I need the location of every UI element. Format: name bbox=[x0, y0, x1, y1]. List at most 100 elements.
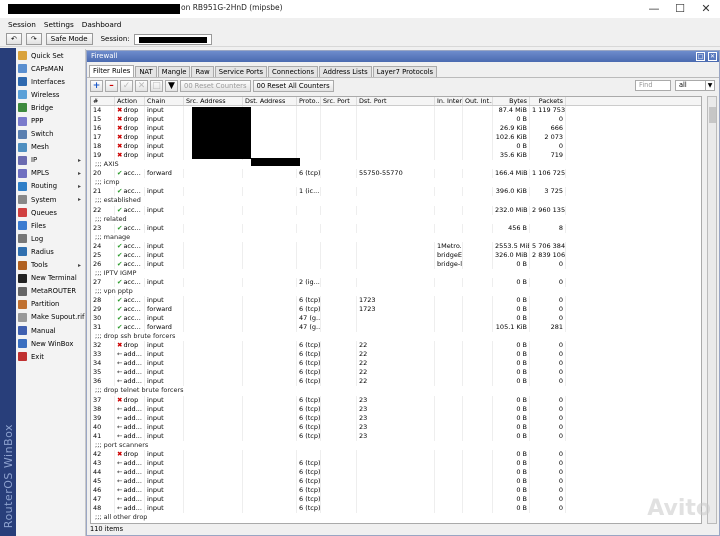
remove-icon[interactable]: – bbox=[105, 79, 118, 92]
rule-comment[interactable]: ;;; drop telnet brute forcers bbox=[91, 386, 701, 395]
table-row[interactable]: 17 ✖drop input 102.6 KiB 2 073 bbox=[91, 133, 701, 143]
table-row[interactable]: 32 ✖drop input 6 (tcp) 22 0 B0 bbox=[91, 341, 701, 351]
tab-layer7-protocols[interactable]: Layer7 Protocols bbox=[372, 66, 438, 77]
reset-all-counters-button[interactable]: 00 Reset All Counters bbox=[252, 79, 334, 92]
column-header[interactable]: Packets bbox=[530, 97, 566, 105]
table-row[interactable]: 38 ←add... input 6 (tcp) 23 0 B0 bbox=[91, 404, 701, 414]
table-row[interactable]: 30 ✔acc... input 47 (g... 0 B0 bbox=[91, 314, 701, 324]
sidebar-item-ip[interactable]: IP ▸ bbox=[16, 154, 85, 167]
tab-mangle[interactable]: Mangle bbox=[157, 66, 191, 77]
menu-settings[interactable]: Settings bbox=[44, 20, 74, 29]
table-row[interactable]: 18 ✖drop input 0 B0 bbox=[91, 142, 701, 152]
undo-icon[interactable]: ↶ bbox=[6, 33, 22, 45]
rule-comment[interactable]: ;;; IPTV IGMP bbox=[91, 269, 701, 278]
rule-comment[interactable]: ;;; all other drop bbox=[91, 513, 701, 522]
table-row[interactable]: 26✔acc...inputbridge-l...0 B0 bbox=[91, 259, 701, 269]
scroll-thumb[interactable] bbox=[709, 107, 716, 123]
comment-icon[interactable]: □ bbox=[150, 79, 163, 92]
rule-comment[interactable]: ;;; icmp bbox=[91, 178, 701, 187]
session-field[interactable] bbox=[133, 33, 212, 45]
column-header[interactable]: Chain bbox=[145, 97, 184, 105]
table-row[interactable]: 25✔acc...inputbridgeE...326.0 MiB2 839 1… bbox=[91, 250, 701, 260]
minimize-icon[interactable]: — bbox=[642, 0, 666, 18]
table-row[interactable]: 27 ✔acc... input 2 (ig... 0 B0 bbox=[91, 277, 701, 287]
sidebar-item-capsman[interactable]: CAPsMAN bbox=[16, 62, 85, 75]
table-row[interactable]: 41 ←add... input 6 (tcp) 23 0 B0 bbox=[91, 431, 701, 441]
table-row[interactable]: 43 ←add... input 6 (tcp) 0 B0 bbox=[91, 458, 701, 468]
rule-comment[interactable]: ;;; AXIS bbox=[91, 160, 701, 169]
sidebar-item-bridge[interactable]: Bridge bbox=[16, 101, 85, 114]
column-header[interactable]: Src. Address bbox=[184, 97, 243, 105]
sidebar-item-log[interactable]: Log bbox=[16, 232, 85, 245]
close-icon[interactable]: ✕ bbox=[694, 0, 718, 18]
filter-select[interactable]: all ▼ bbox=[675, 80, 715, 91]
column-header[interactable]: Dst. Port bbox=[357, 97, 435, 105]
filter-icon[interactable]: ▼ bbox=[165, 79, 178, 92]
table-row[interactable]: 39 ←add... input 6 (tcp) 23 0 B0 bbox=[91, 413, 701, 423]
vertical-scrollbar[interactable] bbox=[707, 96, 717, 524]
sidebar-item-make-supout-rif[interactable]: Make Supout.rif bbox=[16, 311, 85, 324]
table-row[interactable]: 31 ✔acc... forward 47 (g... 105.1 KiB 281 bbox=[91, 323, 701, 333]
table-row[interactable]: 22 ✔acc... input 232.0 MiB 2 960 135 bbox=[91, 205, 701, 215]
table-row[interactable]: 46 ←add... input 6 (tcp) 0 B0 bbox=[91, 485, 701, 496]
rule-comment[interactable]: ;;; manage bbox=[91, 233, 701, 242]
column-header[interactable]: Dst. Address bbox=[243, 97, 297, 105]
tab-address-lists[interactable]: Address Lists bbox=[319, 66, 372, 77]
sidebar-item-wireless[interactable]: Wireless bbox=[16, 88, 85, 101]
table-row[interactable]: 37 ✖drop input 6 (tcp) 23 0 B0 bbox=[91, 395, 701, 405]
column-header[interactable]: Action bbox=[115, 97, 145, 105]
table-row[interactable]: 23 ✔acc... input 456 B8 bbox=[91, 223, 701, 233]
tab-raw[interactable]: Raw bbox=[191, 66, 214, 77]
rule-comment[interactable]: ;;; port scanners bbox=[91, 441, 701, 450]
sidebar-item-manual[interactable]: Manual bbox=[16, 324, 85, 337]
window-restore-icon[interactable]: □ bbox=[696, 52, 705, 61]
rule-comment[interactable]: ;;; vpn pptp bbox=[91, 287, 701, 296]
rule-comment[interactable]: ;;; related bbox=[91, 215, 701, 224]
rule-comment[interactable]: ;;; drop ssh brute forcers bbox=[91, 332, 701, 341]
sidebar-item-quick-set[interactable]: Quick Set bbox=[16, 49, 85, 62]
table-row[interactable]: 24✔acc...input1Metro...2553.5 MiB5 706 3… bbox=[91, 241, 701, 251]
sidebar-item-new-terminal[interactable]: New Terminal bbox=[16, 272, 85, 285]
disable-icon[interactable]: ✕ bbox=[135, 79, 148, 92]
sidebar-item-switch[interactable]: Switch bbox=[16, 128, 85, 141]
tab-service-ports[interactable]: Service Ports bbox=[214, 66, 268, 77]
sidebar-item-files[interactable]: Files bbox=[16, 219, 85, 232]
column-header[interactable]: Proto... bbox=[297, 97, 321, 105]
table-row[interactable]: 15 ✖drop input 0 B0 bbox=[91, 115, 701, 125]
column-header[interactable]: In. Inter... bbox=[435, 97, 463, 105]
table-row[interactable]: 42 ✖drop input 0 B0 bbox=[91, 449, 701, 459]
column-header[interactable]: Bytes bbox=[493, 97, 530, 105]
table-row[interactable]: 20 ✔acc... forward 6 (tcp) 55750-55770 166.4 … bbox=[91, 169, 701, 179]
table-row[interactable]: 48 ←add... input 6 (tcp) 0 B0 bbox=[91, 504, 701, 514]
menu-session[interactable]: Session bbox=[8, 20, 36, 29]
sidebar-item-interfaces[interactable]: Interfaces bbox=[16, 75, 85, 88]
sidebar-item-mpls[interactable]: MPLS ▸ bbox=[16, 167, 85, 180]
rule-comment[interactable]: ;;; established bbox=[91, 196, 701, 205]
column-header[interactable]: Src. Port bbox=[321, 97, 357, 105]
chevron-down-icon[interactable]: ▼ bbox=[705, 81, 714, 90]
enable-icon[interactable]: ✓ bbox=[120, 79, 133, 92]
sidebar-item-mesh[interactable]: Mesh bbox=[16, 141, 85, 154]
sidebar-item-new-winbox[interactable]: New WinBox bbox=[16, 337, 85, 350]
safe-mode-button[interactable]: Safe Mode bbox=[45, 33, 93, 45]
column-header[interactable]: Out. Int... bbox=[463, 97, 493, 105]
sidebar-item-tools[interactable]: Tools ▸ bbox=[16, 259, 85, 272]
table-row[interactable]: 33 ←add... input 6 (tcp) 22 0 B0 bbox=[91, 350, 701, 360]
column-header[interactable]: # bbox=[91, 97, 115, 105]
table-row[interactable]: 44 ←add... input 6 (tcp) 0 B0 bbox=[91, 467, 701, 477]
table-row[interactable]: 16 ✖drop input 26.9 KiB 666 bbox=[91, 124, 701, 134]
menu-dashboard[interactable]: Dashboard bbox=[82, 20, 122, 29]
table-row[interactable]: 29 ✔acc... forward 6 (tcp) 1723 0 B0 bbox=[91, 305, 701, 315]
maximize-icon[interactable]: ☐ bbox=[668, 0, 692, 18]
table-row[interactable]: 35 ←add... input 6 (tcp) 22 0 B0 bbox=[91, 368, 701, 378]
table-row[interactable]: 45 ←add... input 6 (tcp) 0 B0 bbox=[91, 476, 701, 486]
sidebar-item-ppp[interactable]: PPP bbox=[16, 114, 85, 127]
sidebar-item-radius[interactable]: Radius bbox=[16, 245, 85, 258]
add-icon[interactable]: + bbox=[90, 79, 103, 92]
table-row[interactable]: 21 ✔acc... input 1 (ic... 396.0 KiB 3 725 bbox=[91, 187, 701, 197]
table-row[interactable]: 19 ✖drop input 35.6 KiB 719 bbox=[91, 151, 701, 161]
window-close-icon[interactable]: ✕ bbox=[708, 52, 717, 61]
table-row[interactable]: 36 ←add... input 6 (tcp) 22 0 B0 bbox=[91, 377, 701, 387]
redo-icon[interactable]: ↷ bbox=[25, 33, 42, 45]
sidebar-item-exit[interactable]: Exit bbox=[16, 350, 85, 363]
